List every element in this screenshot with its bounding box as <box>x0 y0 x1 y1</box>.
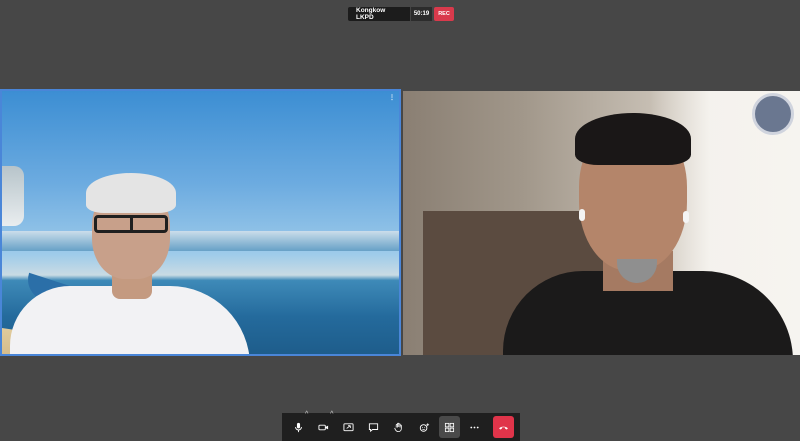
meeting-controls: ^ ^ <box>282 411 520 441</box>
raise-hand-icon <box>394 422 403 432</box>
microphone-icon <box>295 422 302 432</box>
camera-options-caret[interactable]: ^ <box>330 411 333 418</box>
microphone-options-caret[interactable]: ^ <box>305 411 308 418</box>
grid-layout-button[interactable] <box>438 416 460 438</box>
camera-icon <box>318 424 329 430</box>
grid-layout-icon <box>444 422 454 432</box>
share-screen-button[interactable] <box>338 416 359 438</box>
microphone-button[interactable]: ^ <box>288 411 309 438</box>
meeting-header: Kongkow LKPD 50:19 REC <box>348 7 454 21</box>
chat-icon <box>369 422 379 432</box>
share-screen-icon <box>343 422 354 431</box>
recording-badge: REC <box>434 7 454 21</box>
meeting-title: Kongkow LKPD <box>348 7 410 21</box>
wall-clock <box>752 93 794 135</box>
raise-hand-button[interactable] <box>388 416 409 438</box>
video-tile-right[interactable] <box>403 91 800 355</box>
reactions-icon <box>419 422 429 432</box>
tile-options-icon[interactable]: ⋮ <box>389 94 395 101</box>
reactions-button[interactable] <box>414 416 435 438</box>
more-options-button[interactable] <box>464 416 485 438</box>
participant-hair <box>575 113 691 165</box>
background-sea-horizon <box>2 231 399 251</box>
chat-button[interactable] <box>363 416 384 438</box>
more-options-icon <box>470 426 479 428</box>
meeting-timer: 50:19 <box>410 7 432 21</box>
end-call-icon <box>499 426 508 430</box>
camera-button[interactable]: ^ <box>313 411 334 438</box>
video-tile-left[interactable]: ⋮ <box>0 89 401 356</box>
participant-glasses <box>94 215 168 233</box>
earbud-right <box>683 211 689 223</box>
end-call-button[interactable] <box>492 416 514 438</box>
participant-hair <box>86 173 176 213</box>
background-lamp <box>2 166 24 226</box>
earbud-left <box>579 209 585 221</box>
